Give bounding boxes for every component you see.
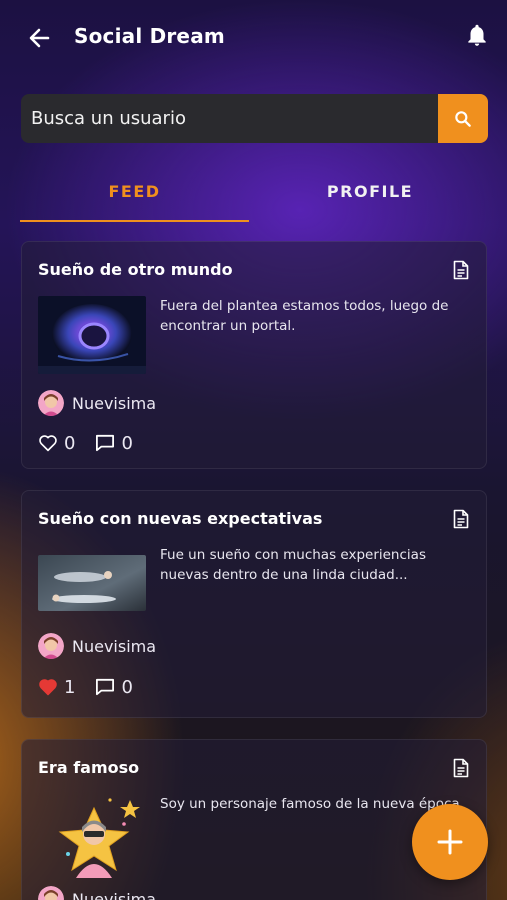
comment-button[interactable]: 0: [95, 676, 133, 698]
heart-filled-icon: [39, 679, 57, 696]
post-text: Fue un sueño con muchas experiencias nue…: [160, 547, 426, 583]
post-card[interactable]: Era famoso Soy un personaje famoso de la…: [21, 739, 487, 900]
document-icon: [453, 260, 469, 280]
like-count: 0: [64, 432, 76, 454]
notifications-button[interactable]: [464, 22, 490, 48]
post-title: Sueño con nuevas expectativas: [38, 509, 323, 528]
heart-outline-icon: [39, 435, 57, 452]
post-title: Era famoso: [38, 758, 140, 777]
post-text: Fuera del plantea estamos todos, luego d…: [160, 298, 449, 334]
search-bar: [21, 94, 488, 143]
comment-count: 0: [121, 676, 133, 698]
bell-icon: [468, 24, 486, 46]
add-post-button[interactable]: [412, 804, 488, 880]
comment-button[interactable]: 0: [95, 432, 133, 454]
post-image: [54, 794, 154, 878]
author-name: Nuevisima: [72, 393, 157, 413]
tab-feed[interactable]: FEED: [20, 170, 249, 222]
post-author[interactable]: Nuevisima: [38, 886, 156, 900]
post-image: [38, 296, 146, 374]
like-button[interactable]: 1: [38, 677, 75, 698]
back-button[interactable]: [26, 24, 54, 52]
avatar: [38, 633, 64, 659]
avatar: [38, 390, 64, 416]
app-bar: Social Dream: [0, 0, 507, 76]
document-icon: [453, 758, 469, 778]
comment-icon: [96, 434, 115, 452]
post-stats: 0 0: [38, 431, 153, 455]
post-card[interactable]: Sueño con nuevas expectativas Fue un sue…: [21, 490, 487, 718]
post-author[interactable]: Nuevisima: [38, 390, 156, 416]
avatar: [38, 886, 64, 900]
tab-profile[interactable]: PROFILE: [253, 170, 487, 222]
app-title: Social Dream: [74, 24, 225, 48]
document-icon: [453, 509, 469, 529]
arrow-left-icon: [29, 28, 50, 48]
plus-icon: [437, 829, 463, 855]
search-input[interactable]: [21, 94, 438, 143]
post-title: Sueño de otro mundo: [38, 260, 233, 279]
like-button[interactable]: 0: [38, 433, 75, 454]
post-card[interactable]: Sueño de otro mundo Fuera del plantea es…: [21, 241, 487, 469]
post-stats: 1 0: [38, 675, 153, 699]
post-image: [38, 555, 146, 611]
tab-bar: FEED PROFILE: [20, 170, 487, 222]
like-count: 1: [64, 676, 76, 698]
post-text: Soy un personaje famoso de la nueva époc…: [160, 796, 460, 812]
comment-count: 0: [121, 432, 133, 454]
author-name: Nuevisima: [72, 889, 157, 900]
author-name: Nuevisima: [72, 636, 157, 656]
comment-icon: [96, 678, 115, 696]
search-button[interactable]: [438, 94, 488, 143]
search-icon: [455, 110, 471, 127]
post-author[interactable]: Nuevisima: [38, 633, 156, 659]
